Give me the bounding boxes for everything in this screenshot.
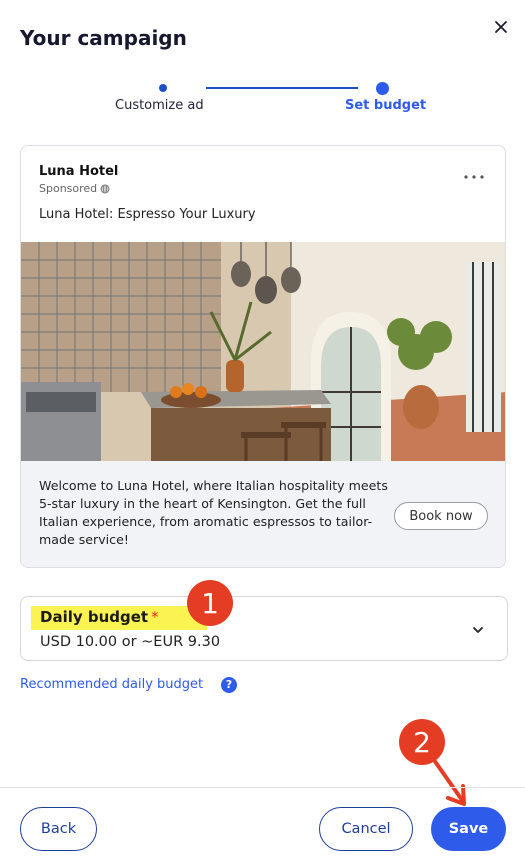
progress-stepper: Customize ad Set budget [0, 80, 525, 120]
recommended-daily-budget-link[interactable]: Recommended daily budget [20, 677, 203, 692]
daily-budget-label-text: Daily budget [40, 608, 149, 626]
globe-icon [100, 184, 110, 193]
help-icon[interactable]: ? [221, 677, 237, 693]
advertiser-name: Luna Hotel [39, 164, 119, 179]
required-marker: * [151, 608, 159, 626]
page-title: Your campaign [20, 26, 187, 50]
ad-footer: Welcome to Luna Hotel, where Italian hos… [21, 461, 505, 567]
sponsored-label: Sponsored [39, 182, 110, 195]
step-label-customize-ad[interactable]: Customize ad [115, 98, 204, 113]
ad-headline: Luna Hotel: Espresso Your Luxury [39, 207, 256, 222]
step-dot-customize-ad [159, 84, 167, 92]
annotation-badge-1: 1 [187, 580, 233, 626]
back-button[interactable]: Back [20, 807, 97, 851]
cancel-button[interactable]: Cancel [319, 807, 413, 851]
step-label-set-budget[interactable]: Set budget [345, 98, 426, 113]
daily-budget-label: Daily budget * [40, 608, 159, 626]
stepper-line [206, 87, 358, 89]
sponsored-text: Sponsored [39, 182, 98, 195]
chevron-down-icon[interactable] [472, 625, 484, 635]
daily-budget-select[interactable]: Daily budget * USD 10.00 or ~EUR 9.30 [20, 596, 508, 661]
footer-divider [0, 787, 525, 788]
step-dot-set-budget [376, 82, 389, 95]
ad-image [21, 242, 505, 461]
annotation-arrow-icon [432, 758, 466, 806]
daily-budget-value: USD 10.00 or ~EUR 9.30 [40, 634, 221, 650]
close-icon[interactable] [490, 16, 512, 38]
book-now-button[interactable]: Book now [394, 502, 488, 530]
save-button[interactable]: Save [431, 807, 506, 851]
ad-description: Welcome to Luna Hotel, where Italian hos… [39, 478, 388, 547]
ad-preview-card: Luna Hotel Sponsored Luna Hotel: Espress… [20, 145, 506, 568]
more-options-icon[interactable] [462, 170, 486, 184]
